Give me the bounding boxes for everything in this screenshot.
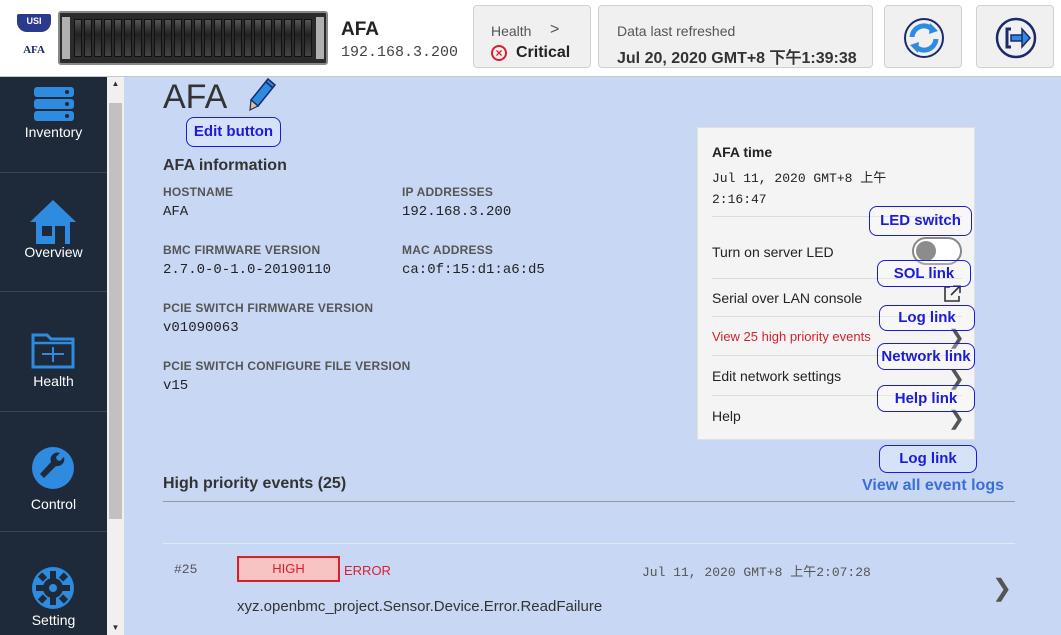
event-type: ERROR [344,563,391,578]
hostname-label: HOSTNAME [163,185,234,199]
usi-logo: USI AFA [14,12,54,62]
event-message: xyz.openbmc_project.Sensor.Device.Error.… [237,598,603,615]
sidebar-label-inventory: Inventory [24,124,83,140]
afa-time-label: AFA time [712,144,773,160]
afa-info-title: AFA information [163,157,287,174]
mac-address-label: MAC ADDRESS [402,243,494,257]
events-section-title: High priority events (25) [163,475,347,492]
sidebar-item-setting[interactable]: Setting [0,533,107,635]
pcie-config-value: v15 [163,378,189,394]
gear-icon [32,567,74,609]
pencil-edit-icon[interactable] [248,77,278,113]
pcie-config-label: PCIE SWITCH CONFIGURE FILE VERSION [163,359,411,373]
sidebar-label-health: Health [33,373,74,389]
refresh-button[interactable] [884,5,962,68]
mac-address-value: ca:0f:15:d1:a6:d5 [402,262,545,278]
event-timestamp: Jul 11, 2020 GMT+8 上午2:07:28 [642,565,871,580]
server-chassis-image [58,11,328,65]
sidebar-item-control[interactable]: Control [0,413,107,532]
led-switch-tag: LED switch [869,206,972,236]
log-link-tag: Log link [879,445,977,473]
divider [163,501,1015,502]
ip-addresses-label: IP ADDRESSES [402,185,494,199]
critical-x-icon: × [491,45,507,61]
page-title: AFA [163,78,228,116]
bmc-firmware-value: 2.7.0-0-1.0-20190110 [163,262,332,278]
sidebar-label-control: Control [30,496,77,512]
help-link-tag: Help link [877,385,975,412]
bmc-firmware-label: BMC FIRMWARE VERSION [163,243,321,257]
sidebar-item-inventory[interactable]: Inventory [0,77,107,173]
health-status-value: Critical [516,44,571,61]
sidebar-nav: Inventory Overview Health Control Settin… [0,77,107,635]
server-led-label: Turn on server LED [712,244,834,260]
help-link[interactable]: Help [712,408,741,424]
sidebar-item-overview[interactable]: Overview [0,173,107,292]
scroll-thumb[interactable] [109,103,122,519]
afa-time-value: Jul 11, 2020 GMT+8 上午 2:16:47 [712,171,887,207]
edit-button-tag: Edit button [186,117,281,147]
sidebar-label-overview: Overview [24,244,83,260]
health-label: Health [491,23,532,39]
refresh-icon [904,18,944,58]
scroll-up-arrow-icon[interactable]: ▲ [107,77,124,91]
drive-bays [74,19,312,57]
chevron-right-icon: > [550,21,560,38]
toggle-knob [916,241,936,261]
logout-icon [995,17,1037,59]
server-stack-icon [34,87,74,121]
app-header: USI AFA AFA 192.168.3.200 Health > × Cri… [0,0,1061,77]
chassis-ear-left [62,17,70,59]
usi-logo-mark: USI [17,14,51,32]
chevron-right-icon[interactable]: ❯ [992,574,1012,603]
external-link-icon[interactable] [942,284,962,304]
sidebar-label-setting: Setting [31,612,76,628]
logout-button[interactable] [976,5,1054,68]
house-icon [30,200,76,244]
event-id: #25 [174,562,198,577]
severity-badge: HIGH [237,556,340,582]
view-all-event-logs-link[interactable]: View all event logs [862,477,1004,495]
edit-network-settings-link[interactable]: Edit network settings [712,368,841,384]
main-content: AFA Edit button AFA information HOSTNAME… [124,77,1061,635]
health-status-button[interactable]: Health > × Critical [473,5,591,68]
folder-icon [31,333,75,369]
data-refresh-info: Data last refreshed Jul 20, 2020 GMT+8 下… [598,5,873,68]
log-link-tag: Log link [879,305,975,331]
pcie-firmware-value: v01090063 [163,320,239,336]
scroll-down-arrow-icon[interactable]: ▼ [107,621,124,635]
logo-mark-text: USI [26,16,42,26]
sidebar-scrollbar[interactable]: ▲ ▼ [107,77,124,635]
ip-addresses-value: 192.168.3.200 [402,204,512,220]
system-ip: 192.168.3.200 [341,44,459,61]
pcie-firmware-label: PCIE SWITCH FIRMWARE VERSION [163,301,374,315]
network-link-tag: Network link [877,343,975,370]
high-priority-events-link[interactable]: View 25 high priority events [712,329,871,344]
system-name: AFA [341,19,379,40]
sol-console-link[interactable]: Serial over LAN console [712,290,862,306]
wrench-icon [32,447,74,489]
refresh-timestamp: Jul 20, 2020 GMT+8 下午1:39:38 [617,50,857,67]
logo-subtext: AFA [23,44,45,56]
sidebar-item-health[interactable]: Health [0,293,107,412]
event-row[interactable]: #25 HIGH ERROR Jul 11, 2020 GMT+8 上午2:07… [163,543,1015,635]
sol-link-tag: SOL link [877,260,971,287]
refresh-label: Data last refreshed [617,23,736,39]
hostname-value: AFA [163,204,189,220]
chassis-ear-right [316,17,324,59]
